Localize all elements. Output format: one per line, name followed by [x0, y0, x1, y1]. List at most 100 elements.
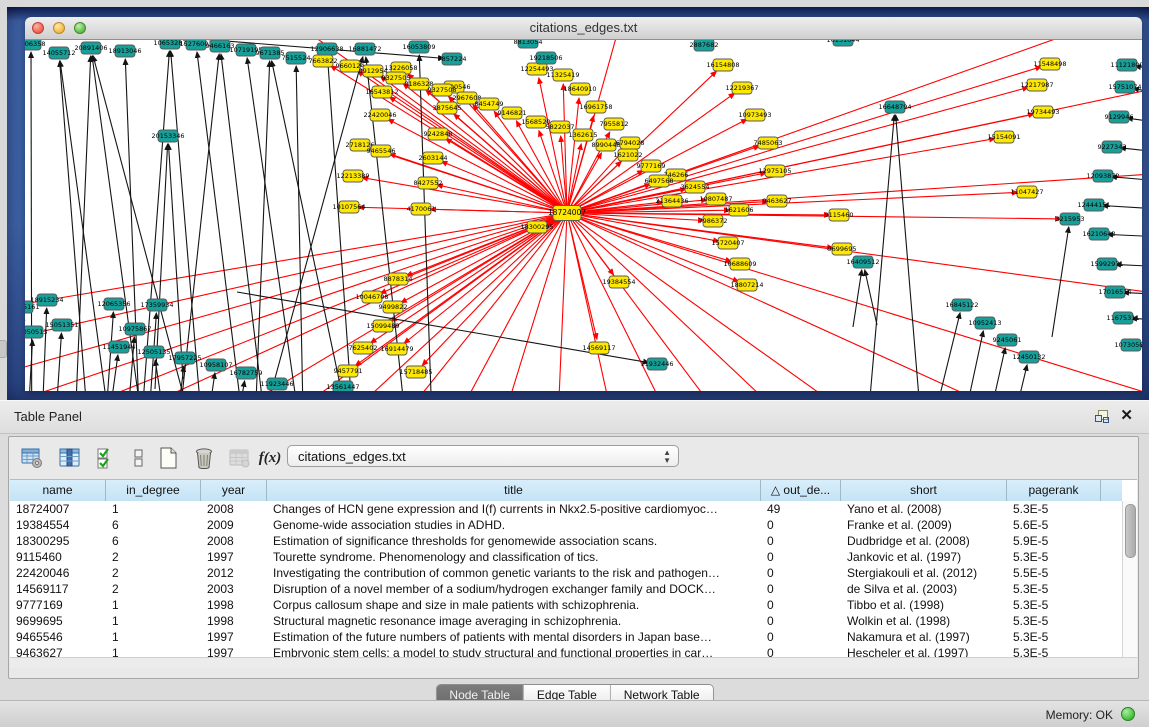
table-row[interactable]: 946554611997Estimation of the future num…: [10, 629, 1122, 645]
graph-node-teal[interactable]: 12065356: [97, 298, 130, 310]
graph-node-yellow[interactable]: 16961758: [579, 101, 612, 113]
graph-node-yellow[interactable]: 9777169: [637, 160, 666, 172]
graph-node-yellow[interactable]: 9699695: [828, 243, 857, 255]
graph-node-teal[interactable]: 10958107: [199, 359, 232, 371]
graph-node-yellow[interactable]: 7955812: [600, 118, 629, 130]
graph-node-teal[interactable]: 19218506: [529, 52, 562, 64]
graph-node-yellow[interactable]: 16914479: [380, 343, 413, 355]
graph-node-teal[interactable]: 13561447: [326, 381, 359, 391]
column-header-title[interactable]: title: [267, 480, 761, 501]
graph-node-teal[interactable]: 9129946: [1105, 111, 1134, 123]
row-height-icon[interactable]: [126, 445, 152, 471]
table-row[interactable]: 977716911998Corpus callosum shape and si…: [10, 597, 1122, 613]
graph-node-teal[interactable]: 2887682: [690, 40, 719, 51]
table-row[interactable]: 911546021997Tourette syndrome. Phenomeno…: [10, 549, 1122, 565]
graph-node-yellow[interactable]: 6497568: [645, 175, 674, 187]
table-row[interactable]: 1938455462009Genome-wide association stu…: [10, 517, 1122, 533]
graph-node-teal[interactable]: 16053809: [402, 41, 435, 53]
graph-node-teal[interactable]: 15992971: [1090, 258, 1123, 270]
graph-node-teal[interactable]: 12505135: [137, 346, 170, 358]
graph-node-yellow[interactable]: 15720407: [711, 237, 744, 249]
graph-node-yellow[interactable]: 1621606: [725, 204, 754, 216]
graph-node-yellow[interactable]: 10688609: [723, 258, 756, 270]
graph-node-teal[interactable]: 16845122: [945, 299, 978, 311]
graph-node-yellow[interactable]: 3624554: [681, 181, 710, 193]
graph-node-yellow[interactable]: 8427552: [414, 177, 443, 189]
table-row[interactable]: 2242004622012Investigating the contribut…: [10, 565, 1122, 581]
graph-node-teal[interactable]: 20891406: [74, 42, 107, 54]
table-row[interactable]: 1456911722003Disruption of a novel membe…: [10, 581, 1122, 597]
graph-node-yellow[interactable]: 11548498: [1033, 58, 1066, 70]
column-header-in_degree[interactable]: in_degree: [106, 480, 201, 501]
graph-node-yellow[interactable]: 12217987: [1020, 79, 1053, 91]
vertical-scrollbar[interactable]: [1122, 501, 1137, 658]
graph-node-yellow[interactable]: 12213389: [336, 170, 369, 182]
table-settings-icon[interactable]: [19, 445, 45, 471]
graph-node-yellow[interactable]: 18640910: [563, 83, 596, 95]
graph-node-teal[interactable]: 8813054: [514, 40, 543, 48]
graph-node-yellow[interactable]: 6794028: [616, 137, 645, 149]
function-builder-icon[interactable]: f(x): [257, 445, 283, 471]
panel-splitter-handle[interactable]: [0, 340, 7, 358]
delete-table-icon[interactable]: [191, 445, 217, 471]
graph-node-yellow[interactable]: 9457791: [334, 365, 363, 377]
graph-node-teal[interactable]: 11923446: [260, 378, 293, 390]
graph-node-teal[interactable]: 16210643: [1082, 228, 1115, 240]
graph-node-yellow[interactable]: 9465546: [367, 145, 396, 157]
graph-node-teal[interactable]: 18913046: [108, 45, 141, 57]
graph-node-teal[interactable]: 11121809: [1110, 59, 1142, 71]
network-canvas[interactable]: 7663822966012489129541322605893275058186…: [25, 40, 1142, 391]
column-header-short[interactable]: short: [841, 480, 1007, 501]
graph-node-yellow[interactable]: 10973493: [738, 109, 771, 121]
graph-node-teal[interactable]: 10975867: [118, 323, 151, 335]
graph-node-teal[interactable]: 16131044: [826, 40, 859, 46]
graph-node-teal[interactable]: 7515524: [282, 52, 311, 64]
horizontal-scrollbar[interactable]: [10, 657, 1137, 668]
citation-network-graph[interactable]: 7663822966012489129541322605893275058186…: [25, 40, 1142, 391]
graph-node-yellow[interactable]: 16154808: [706, 59, 739, 71]
table-header-row[interactable]: namein_degreeyeartitle△ out_de...shortpa…: [10, 480, 1122, 502]
column-header-out_de[interactable]: △ out_de...: [761, 480, 841, 501]
graph-node-teal[interactable]: 11932446: [640, 358, 673, 370]
graph-node-yellow[interactable]: 10107564: [332, 201, 365, 213]
graph-node-teal[interactable]: 10952413: [968, 317, 1001, 329]
graph-node-yellow[interactable]: 9115460: [825, 209, 854, 221]
graph-node-teal[interactable]: 14055712: [42, 47, 75, 59]
graph-node-yellow[interactable]: 9463627: [763, 195, 792, 207]
graph-node-teal[interactable]: 12450132: [1012, 351, 1045, 363]
graph-node-teal[interactable]: 16782759: [229, 367, 262, 379]
scrollbar-thumb[interactable]: [1125, 504, 1136, 558]
graph-node-yellow[interactable]: 12219367: [725, 82, 758, 94]
close-panel-icon[interactable]: ✕: [1120, 408, 1133, 424]
graph-node-teal[interactable]: 20153346: [151, 130, 184, 142]
graph-node-teal[interactable]: 9245061: [993, 334, 1022, 346]
graph-node-yellow[interactable]: 3875645: [433, 102, 462, 114]
graph-node-yellow[interactable]: 2603144: [419, 152, 448, 164]
graph-node-yellow[interactable]: 10807487: [699, 193, 732, 205]
graph-node-yellow[interactable]: 4170061: [407, 203, 436, 215]
graph-node-teal[interactable]: 9671385: [256, 47, 285, 59]
graph-node-teal[interactable]: 7857224: [438, 53, 467, 65]
graph-node-yellow[interactable]: 7663822: [309, 55, 338, 67]
graph-node-teal[interactable]: 11675311: [1106, 312, 1139, 324]
table-body[interactable]: 1872400712008Changes of HCN gene express…: [10, 501, 1122, 658]
graph-node-teal[interactable]: 16409512: [846, 256, 879, 268]
graph-node-teal[interactable]: 9227343: [1098, 141, 1127, 153]
graph-node-teal[interactable]: 17359934: [140, 299, 173, 311]
column-header-name[interactable]: name: [10, 480, 106, 501]
graph-node-teal[interactable]: 15751074: [1108, 81, 1141, 93]
row-select-icon[interactable]: [94, 445, 120, 471]
graph-node-yellow[interactable]: 7986372: [699, 215, 728, 227]
graph-node-yellow[interactable]: 19734493: [1026, 106, 1059, 118]
graph-node-yellow[interactable]: 1621022: [614, 149, 643, 161]
graph-node-yellow[interactable]: 10046708: [355, 291, 388, 303]
graph-node-yellow[interactable]: 8878314: [384, 273, 413, 285]
graph-node-yellow[interactable]: 7485063: [754, 137, 783, 149]
table-selector-dropdown[interactable]: citations_edges.txt ▲▼: [287, 445, 679, 467]
graph-node-yellow[interactable]: 15718485: [399, 366, 432, 378]
graph-node-yellow[interactable]: 15154091: [987, 131, 1020, 143]
table-row[interactable]: 1830029562008Estimation of significance …: [10, 533, 1122, 549]
graph-node-teal[interactable]: 3215953: [1056, 213, 1085, 225]
graph-node-teal[interactable]: 10730504: [1114, 339, 1142, 351]
graph-node-teal[interactable]: 17016514: [1098, 286, 1131, 298]
